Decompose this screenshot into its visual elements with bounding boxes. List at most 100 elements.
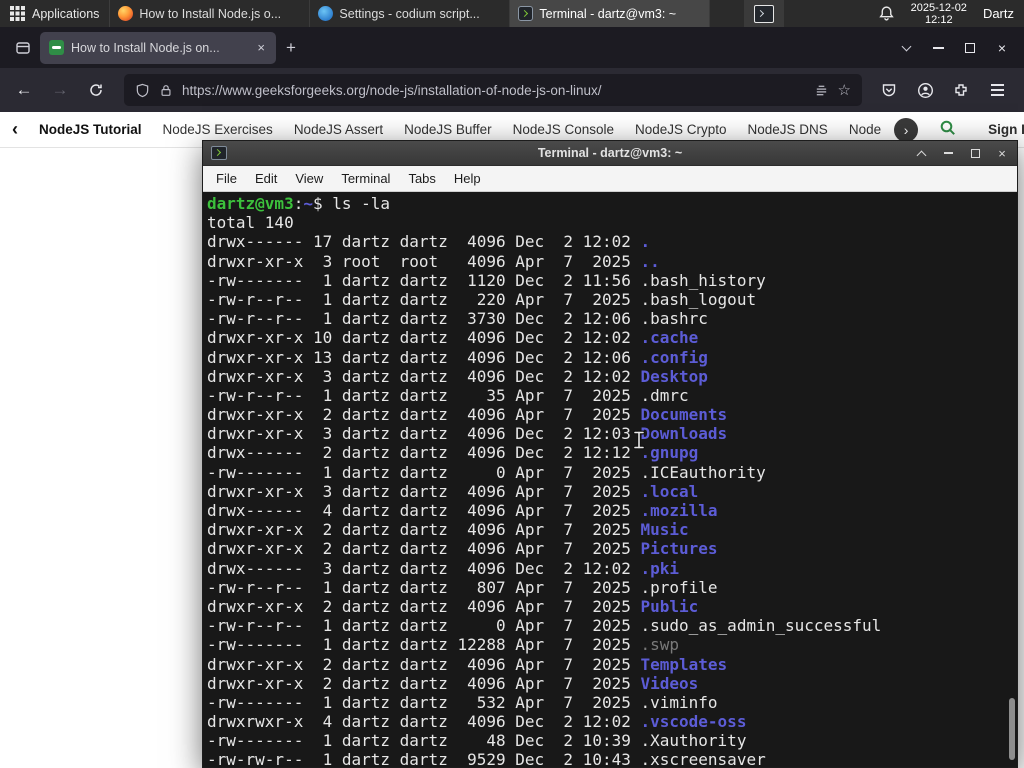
subnav-back-chevron-icon[interactable]: ‹ [12, 119, 18, 140]
terminal-listing-row: drwxr-xr-x 3 dartz dartz 4096 Apr 7 2025… [207, 481, 699, 501]
menu-hamburger-icon[interactable] [982, 75, 1012, 105]
firefox-view-icon[interactable] [10, 35, 36, 61]
terminal-listing-row: -rw-r--r-- 1 dartz dartz 807 Apr 7 2025 … [207, 577, 718, 597]
tray-terminal-icon [754, 4, 775, 23]
taskbar-button-firefox[interactable]: How to Install Node.js o... [110, 0, 311, 27]
terminal-minimize-button[interactable] [941, 146, 955, 160]
subnav-link[interactable]: NodeJS DNS [748, 122, 828, 137]
applications-grid-icon [10, 6, 25, 21]
tray-launcher[interactable] [744, 0, 785, 27]
browser-tab[interactable]: How to Install Node.js on... × [40, 31, 276, 64]
terminal-listing-row: -rw-rw-r-- 1 dartz dartz 9529 Dec 2 10:4… [207, 750, 766, 767]
back-button[interactable]: ← [8, 74, 40, 106]
panel-username: Dartz [982, 6, 1014, 21]
tracking-shield-icon[interactable] [135, 83, 150, 98]
taskbar-button-label: Terminal - dartz@vm3: ~ [539, 6, 677, 21]
reader-mode-icon[interactable] [814, 83, 829, 98]
sign-in-button[interactable]: Sign In [978, 118, 1024, 141]
url-bar[interactable]: https://www.geeksforgeeks.org/node-js/in… [124, 74, 862, 106]
terminal-titlebar-icon [211, 146, 227, 160]
terminal-window: Terminal - dartz@vm3: ~ × File Edit View… [202, 140, 1018, 768]
codium-icon [318, 6, 334, 21]
subnav-link[interactable]: NodeJS Assert [294, 122, 383, 137]
taskbar-button-codium[interactable]: Settings - codium script... [310, 0, 511, 27]
terminal-listing-row: -rw------- 1 dartz dartz 48 Dec 2 10:39 … [207, 731, 747, 751]
toolbar-right-icons [874, 75, 1016, 105]
subnav-link[interactable]: NodeJS Console [513, 122, 614, 137]
url-text[interactable]: https://www.geeksforgeeks.org/node-js/in… [182, 83, 805, 98]
terminal-window-title: Terminal - dartz@vm3: ~ [537, 146, 683, 160]
search-icon[interactable] [939, 119, 957, 140]
terminal-shade-button[interactable] [914, 146, 928, 160]
tab-bar: How to Install Node.js on... × + × [0, 27, 1024, 68]
terminal-listing-row: -rw-r--r-- 1 dartz dartz 220 Apr 7 2025 … [207, 289, 757, 309]
terminal-listing: drwx------ 17 dartz dartz 4096 Dec 2 12:… [207, 232, 1017, 767]
browser-minimize-button[interactable] [922, 33, 954, 63]
terminal-listing-row: -rw------- 1 dartz dartz 532 Apr 7 2025 … [207, 692, 718, 712]
tab-title: How to Install Node.js on... [71, 40, 220, 55]
reload-button[interactable] [80, 74, 112, 106]
prompt-symbol: $ [312, 194, 333, 213]
menu-terminal[interactable]: Terminal [332, 168, 399, 189]
terminal-close-button[interactable]: × [995, 146, 1009, 161]
terminal-scrollbar-thumb[interactable] [1009, 698, 1015, 760]
terminal-output[interactable]: dartz@vm3:~$ ls -la total 140 drwx------… [203, 192, 1017, 767]
new-tab-button[interactable]: + [276, 38, 306, 58]
terminal-listing-row: -rw-r--r-- 1 dartz dartz 35 Apr 7 2025 .… [207, 385, 689, 405]
terminal-listing-row: -rw-r--r-- 1 dartz dartz 0 Apr 7 2025 .s… [207, 616, 882, 636]
subnav-link-truncated[interactable]: Node [849, 122, 881, 137]
terminal-listing-row: drwx------ 3 dartz dartz 4096 Dec 2 12:0… [207, 558, 680, 578]
taskbar-button-label: Settings - codium script... [339, 6, 480, 21]
taskbar-window-buttons: How to Install Node.js o... Settings - c… [110, 0, 711, 27]
subnav-link[interactable]: NodeJS Exercises [163, 122, 273, 137]
terminal-listing-row: -rw------- 1 dartz dartz 12288 Apr 7 202… [207, 635, 680, 655]
menu-help[interactable]: Help [445, 168, 490, 189]
terminal-icon [518, 6, 534, 21]
terminal-listing-row: drwxr-xr-x 3 dartz dartz 4096 Dec 2 12:0… [207, 424, 728, 444]
terminal-listing-row: drwxr-xr-x 2 dartz dartz 4096 Apr 7 2025… [207, 596, 699, 616]
menu-file[interactable]: File [207, 168, 246, 189]
lock-icon[interactable] [159, 83, 173, 98]
prompt-path: ~ [303, 194, 313, 213]
tab-list-chevron-icon[interactable] [890, 33, 922, 63]
menu-tabs[interactable]: Tabs [399, 168, 444, 189]
terminal-listing-row: drwx------ 2 dartz dartz 4096 Dec 2 12:1… [207, 443, 699, 463]
menu-view[interactable]: View [286, 168, 332, 189]
desktop: Applications How to Install Node.js o...… [0, 0, 1024, 768]
terminal-listing-row: drwxr-xr-x 13 dartz dartz 4096 Dec 2 12:… [207, 347, 708, 367]
subnav-link[interactable]: NodeJS Crypto [635, 122, 727, 137]
applications-menu[interactable]: Applications [0, 0, 111, 27]
menu-edit[interactable]: Edit [246, 168, 286, 189]
terminal-listing-row: drwxr-xr-x 3 root root 4096 Apr 7 2025 .… [207, 251, 660, 271]
pocket-icon[interactable] [874, 75, 904, 105]
subnav-link[interactable]: NodeJS Buffer [404, 122, 492, 137]
terminal-listing-row: drwxr-xr-x 2 dartz dartz 4096 Apr 7 2025… [207, 654, 728, 674]
taskbar-button-terminal[interactable]: Terminal - dartz@vm3: ~ [510, 0, 711, 27]
clock-time: 12:12 [925, 13, 953, 26]
terminal-listing-row: drwxr-xr-x 2 dartz dartz 4096 Apr 7 2025… [207, 539, 718, 559]
terminal-listing-row: -rw------- 1 dartz dartz 0 Apr 7 2025 .I… [207, 462, 766, 482]
terminal-titlebar[interactable]: Terminal - dartz@vm3: ~ × [203, 141, 1017, 166]
browser-restore-button[interactable] [954, 33, 986, 63]
terminal-listing-row: drwxr-xr-x 2 dartz dartz 4096 Apr 7 2025… [207, 405, 728, 425]
terminal-listing-row: drwxr-xr-x 2 dartz dartz 4096 Apr 7 2025… [207, 520, 689, 540]
terminal-command: ls -la [332, 194, 391, 213]
tab-close-icon[interactable]: × [255, 40, 267, 55]
geeksforgeeks-favicon [49, 40, 64, 55]
extensions-puzzle-icon[interactable] [946, 75, 976, 105]
browser-close-button[interactable]: × [986, 33, 1018, 63]
terminal-menubar: File Edit View Terminal Tabs Help [203, 166, 1017, 192]
forward-button[interactable]: → [44, 74, 76, 106]
notifications-bell-icon[interactable] [878, 5, 895, 22]
clock[interactable]: 2025-12-02 12:12 [911, 2, 967, 26]
terminal-listing-row: drwxr-xr-x 10 dartz dartz 4096 Dec 2 12:… [207, 328, 699, 348]
firefox-icon [118, 6, 134, 21]
subnav-forward-button[interactable]: › [894, 117, 919, 142]
subnav-link-active[interactable]: NodeJS Tutorial [39, 122, 142, 137]
terminal-listing-row: drwxrwxr-x 4 dartz dartz 4096 Dec 2 12:0… [207, 712, 747, 732]
top-panel: Applications How to Install Node.js o...… [0, 0, 1024, 27]
account-icon[interactable] [910, 75, 940, 105]
bookmark-star-icon[interactable]: ☆ [838, 81, 851, 99]
ibeam-mouse-cursor [632, 430, 646, 455]
terminal-maximize-button[interactable] [968, 146, 982, 160]
